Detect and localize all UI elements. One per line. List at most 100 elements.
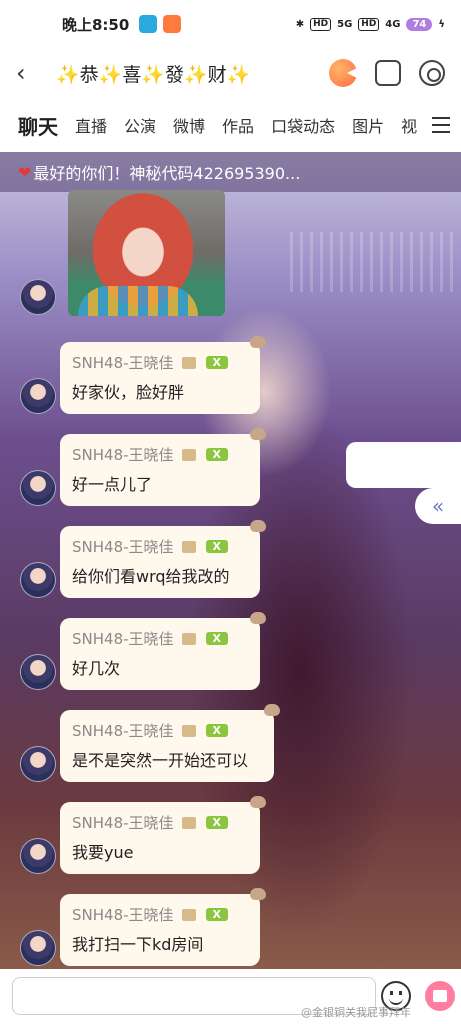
message-bubble[interactable]: SNH48-王晓佳 X 给你们看wrq给我改的 — [60, 520, 266, 598]
status-bar: 晚上8:50 ✱ HD 5G HD 4G 74 ϟ — [0, 0, 461, 48]
battery-indicator: 74 — [406, 17, 433, 31]
sender-name: SNH48-王晓佳 — [72, 354, 174, 372]
heart-icon: ❤ — [18, 162, 32, 182]
double-chevron-left-icon: « — [431, 494, 445, 518]
bear-icon — [250, 888, 266, 900]
message-header: SNH48-王晓佳 X — [72, 904, 248, 925]
avatar[interactable] — [20, 378, 56, 414]
sender-name: SNH48-王晓佳 — [72, 906, 174, 924]
input-bar: @金银铜关我屁事拜年 — [0, 969, 461, 1024]
menu-line — [432, 131, 450, 133]
sender-name: SNH48-王晓佳 — [72, 722, 174, 740]
status-time: 晚上8:50 — [62, 15, 130, 34]
message-header: SNH48-王晓佳 X — [72, 444, 248, 465]
tab-pocket-feed[interactable]: 口袋动态 — [271, 113, 335, 137]
avatar[interactable] — [20, 279, 56, 315]
message-bubble[interactable]: SNH48-王晓佳 X 我要yue — [60, 796, 266, 874]
avatar[interactable] — [20, 654, 56, 690]
tab-menu-button[interactable] — [421, 98, 461, 152]
network-4g: 4G — [385, 18, 401, 30]
bear-icon — [250, 520, 266, 532]
message-text: 好几次 — [72, 659, 121, 678]
status-indicators: ✱ HD 5G HD 4G 74 ϟ — [295, 17, 445, 31]
sender-name: SNH48-王晓佳 — [72, 630, 174, 648]
room-title: ✨恭✨喜✨發✨财✨ — [56, 63, 251, 86]
message-header: SNH48-王晓佳 X — [72, 536, 248, 557]
tab-performance[interactable]: 公演 — [124, 113, 156, 137]
avatar[interactable] — [20, 838, 56, 874]
message-bubble[interactable]: SNH48-王晓佳 X 好一点儿了 — [60, 428, 266, 506]
sender-name: SNH48-王晓佳 — [72, 446, 174, 464]
crown-icon — [181, 908, 196, 921]
gift-icon[interactable] — [425, 981, 455, 1011]
charging-icon: ϟ — [438, 18, 445, 30]
hd-label-2: HD — [358, 17, 380, 31]
member-badge: X — [205, 356, 229, 369]
message-text: 好一点儿了 — [72, 475, 153, 494]
game-icon[interactable] — [329, 59, 357, 87]
title-actions — [329, 59, 445, 87]
tab-works[interactable]: 作品 — [222, 113, 254, 137]
crown-icon — [181, 632, 196, 645]
member-badge: X — [205, 724, 229, 737]
bear-icon — [264, 704, 280, 716]
robot-icon[interactable] — [375, 60, 401, 86]
member-badge: X — [205, 540, 229, 553]
tab-bar: 聊天 直播 公演 微博 作品 口袋动态 图片 视 — [0, 98, 461, 152]
bear-icon — [250, 428, 266, 440]
message-header: SNH48-王晓佳 X — [72, 812, 248, 833]
tab-pictures[interactable]: 图片 — [352, 113, 384, 137]
avatar[interactable] — [20, 746, 56, 782]
tab-video[interactable]: 视 — [401, 113, 417, 137]
bluetooth-icon: ✱ — [295, 18, 305, 30]
floating-panel[interactable] — [346, 442, 461, 488]
bear-icon — [250, 796, 266, 808]
network-5g: 5G — [337, 18, 353, 30]
photo-message[interactable] — [68, 190, 225, 316]
message-text: 给你们看wrq给我改的 — [72, 567, 230, 586]
sender-name: SNH48-王晓佳 — [72, 814, 174, 832]
chevron-left-icon: ‹ — [16, 59, 26, 87]
hd-label-1: HD — [310, 17, 332, 31]
tab-live[interactable]: 直播 — [75, 113, 107, 137]
tab-weibo[interactable]: 微博 — [173, 113, 205, 137]
title-bar: ‹ ✨恭✨喜✨發✨财✨ — [0, 48, 461, 98]
collapse-button[interactable]: « — [415, 488, 461, 524]
back-button[interactable]: ‹ — [16, 59, 46, 87]
bear-icon — [250, 612, 266, 624]
notification-icons — [139, 15, 182, 33]
message-header: SNH48-王晓佳 X — [72, 628, 248, 649]
menu-line — [432, 117, 450, 119]
tab-chat[interactable]: 聊天 — [18, 111, 58, 140]
avatar[interactable] — [20, 930, 56, 966]
member-badge: X — [205, 448, 229, 461]
qq-icon — [139, 15, 158, 33]
avatar[interactable] — [20, 562, 56, 598]
app-notification-icon — [163, 15, 182, 33]
avatar[interactable] — [20, 470, 56, 506]
crown-icon — [181, 356, 196, 369]
member-badge: X — [205, 816, 229, 829]
settings-icon[interactable] — [419, 60, 445, 86]
sender-name: SNH48-王晓佳 — [72, 538, 174, 556]
watermark: @金银铜关我屁事拜年 — [301, 1006, 411, 1019]
message-bubble[interactable]: SNH48-王晓佳 X 好家伙，脸好胖 — [60, 336, 266, 414]
message-header: SNH48-王晓佳 X — [72, 720, 262, 741]
crown-icon — [181, 448, 196, 461]
message-text: 我打扫一下kd房间 — [72, 935, 204, 954]
menu-line — [432, 124, 450, 126]
message-text: 是不是突然一开始还可以 — [72, 751, 249, 770]
message-text: 好家伙，脸好胖 — [72, 383, 185, 402]
message-header: SNH48-王晓佳 X — [72, 352, 248, 373]
pinned-notice[interactable]: ❤ 最好的你们！神秘代码422695390... — [0, 152, 461, 192]
message-bubble[interactable]: SNH48-王晓佳 X 是不是突然一开始还可以 — [60, 704, 280, 782]
notice-text: 最好的你们！神秘代码422695390... — [33, 164, 301, 183]
message-bubble[interactable]: SNH48-王晓佳 X 好几次 — [60, 612, 266, 690]
bear-icon — [250, 336, 266, 348]
crown-icon — [181, 724, 196, 737]
message-bubble[interactable]: SNH48-王晓佳 X 我打扫一下kd房间 — [60, 888, 266, 966]
member-badge: X — [205, 908, 229, 921]
chat-area[interactable]: ❤ 最好的你们！神秘代码422695390... SNH48-王晓佳 X 好家伙… — [0, 152, 461, 969]
crown-icon — [181, 816, 196, 829]
member-badge: X — [205, 632, 229, 645]
